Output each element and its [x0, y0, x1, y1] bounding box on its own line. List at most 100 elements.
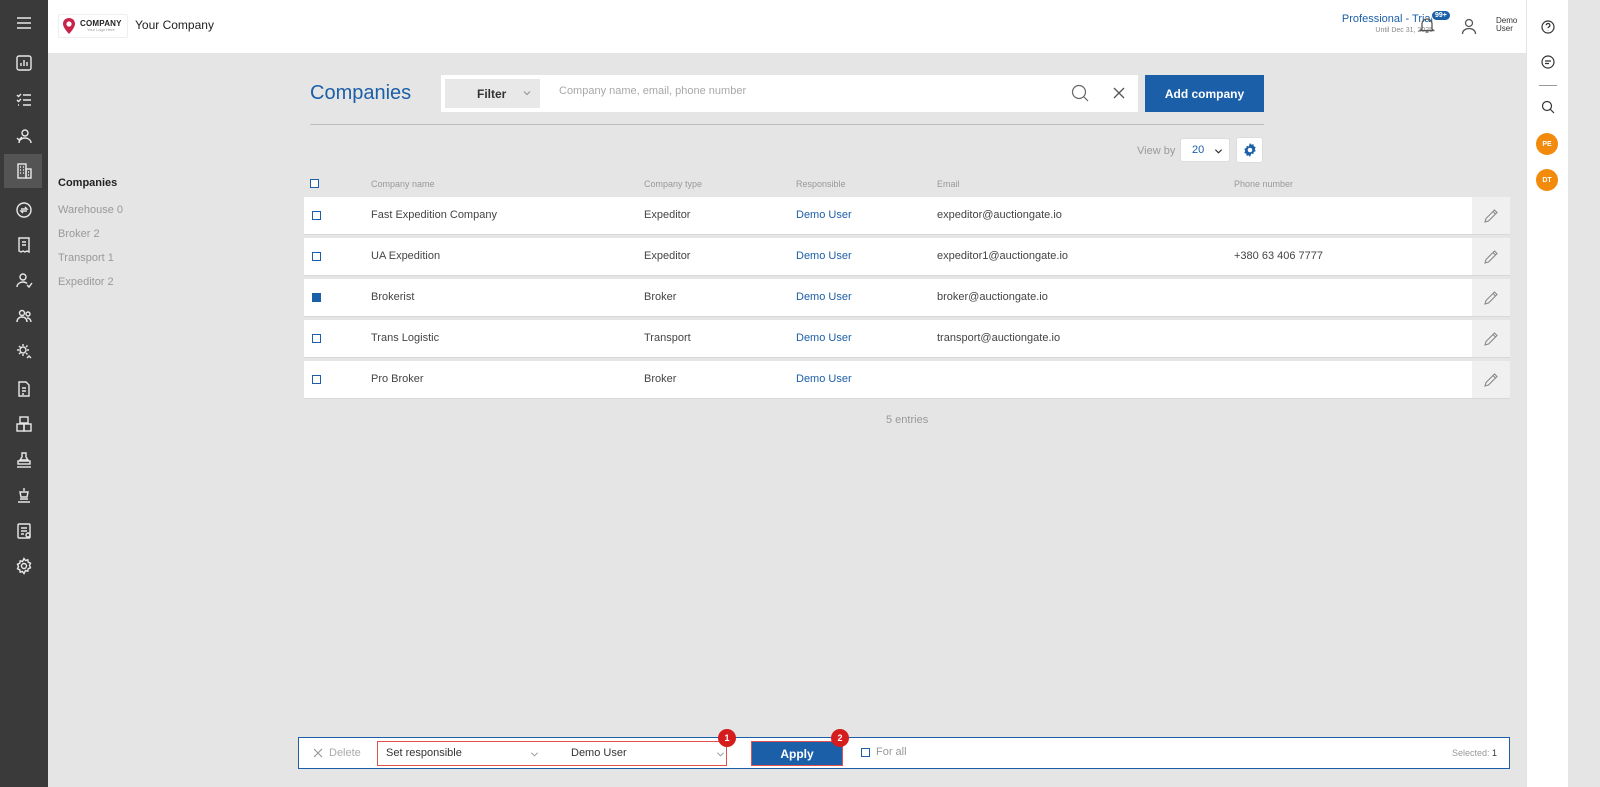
table-row[interactable]: Trans Logistic Transport Demo User trans… — [304, 320, 1510, 357]
notification-badge: 99+ — [1431, 10, 1451, 21]
entries-count: 5 entries — [886, 414, 929, 426]
logo-pin-icon — [63, 18, 75, 34]
company-logo[interactable]: COMPANY Your Logo Here — [58, 14, 128, 38]
table-row[interactable]: Brokerist Broker Demo User broker@auctio… — [304, 279, 1510, 316]
left-sidebar — [0, 0, 48, 787]
row-checkbox[interactable] — [312, 252, 321, 261]
company-name-cell[interactable]: UA Expedition — [371, 250, 440, 262]
pencil-icon — [1484, 331, 1498, 346]
chevron-down-icon — [523, 91, 531, 96]
apply-button[interactable]: Apply — [751, 741, 843, 766]
column-header-email[interactable]: Email — [937, 179, 960, 189]
responsible-user-select[interactable]: Demo User — [556, 742, 726, 765]
column-header-responsible[interactable]: Responsible — [796, 179, 846, 189]
page-title: Companies — [310, 82, 412, 104]
subnav-title[interactable]: Companies — [58, 177, 123, 189]
viewby-select[interactable]: 20 — [1180, 138, 1230, 162]
for-all-checkbox[interactable] — [861, 747, 870, 757]
responsible-link[interactable]: Demo User — [796, 291, 852, 303]
stamp-icon[interactable] — [12, 448, 36, 472]
company-type-cell: Expeditor — [644, 250, 691, 262]
responsible-link[interactable]: Demo User — [796, 209, 852, 221]
select-all-checkbox[interactable] — [310, 179, 319, 188]
avatar-pe[interactable]: PE — [1536, 133, 1558, 155]
settings-user-icon[interactable] — [12, 339, 36, 363]
right-sidebar — [1526, 0, 1568, 787]
subnav-item-broker[interactable]: Broker 2 — [58, 228, 123, 242]
selected-value: 1 — [1491, 748, 1497, 758]
search-input[interactable] — [559, 85, 1049, 97]
table-row[interactable]: UA Expedition Expeditor Demo User expedi… — [304, 238, 1510, 275]
subnav-item-warehouse[interactable]: Warehouse 0 — [58, 204, 123, 218]
help-icon[interactable] — [1539, 18, 1557, 36]
column-header-phone[interactable]: Phone number — [1234, 179, 1293, 189]
companies-icon[interactable] — [4, 154, 42, 188]
edit-button[interactable] — [1472, 238, 1510, 275]
report-icon[interactable] — [12, 519, 36, 543]
viewby-label: View by — [1137, 145, 1176, 157]
auction-icon[interactable] — [12, 483, 36, 507]
bulk-action-bar: Delete Set responsible Demo User Apply F… — [298, 737, 1510, 769]
responsible-link[interactable]: Demo User — [796, 332, 852, 344]
column-header-name[interactable]: Company name — [371, 179, 435, 189]
edit-button[interactable] — [1472, 279, 1510, 316]
companies-subnav: Companies Warehouse 0 Broker 2 Transport… — [58, 177, 123, 300]
selected-label: Selected: — [1451, 748, 1490, 758]
responsible-link[interactable]: Demo User — [796, 250, 852, 262]
responsible-link[interactable]: Demo User — [796, 373, 852, 385]
company-type-cell: Broker — [644, 291, 677, 303]
responsible-selector-group: Set responsible Demo User — [377, 741, 727, 766]
edit-button[interactable] — [1472, 320, 1510, 357]
for-all-toggle[interactable]: For all — [861, 746, 907, 758]
gear-icon[interactable] — [12, 554, 36, 578]
contacts-icon[interactable] — [12, 124, 36, 148]
delete-button[interactable]: Delete — [313, 747, 361, 759]
gear-icon — [1243, 143, 1256, 157]
company-name-cell[interactable]: Trans Logistic — [371, 332, 439, 344]
close-icon[interactable] — [1112, 86, 1126, 100]
table-row[interactable]: Pro Broker Broker Demo User — [304, 361, 1510, 398]
action-select[interactable]: Set responsible — [378, 742, 548, 765]
email-cell: expeditor1@auctiongate.io — [937, 250, 1069, 262]
add-company-button[interactable]: Add company — [1145, 75, 1264, 112]
row-checkbox[interactable] — [312, 375, 321, 384]
user-icon[interactable] — [1460, 17, 1478, 35]
company-type-cell: Transport — [644, 332, 691, 344]
company-name-cell[interactable]: Brokerist — [371, 291, 414, 303]
menu-icon[interactable] — [12, 11, 36, 35]
team-icon[interactable] — [12, 304, 36, 328]
chat-icon[interactable] — [1539, 53, 1557, 71]
avatar-dt[interactable]: DT — [1536, 169, 1558, 191]
search-icon[interactable] — [1071, 84, 1089, 102]
company-name-cell[interactable]: Pro Broker — [371, 373, 424, 385]
document-icon[interactable] — [12, 377, 36, 401]
row-checkbox[interactable] — [312, 293, 321, 302]
search-icon[interactable] — [1539, 98, 1557, 116]
person-icon[interactable] — [12, 268, 36, 292]
tasks-icon[interactable] — [12, 88, 36, 112]
dashboard-icon[interactable] — [12, 51, 36, 75]
exchange-icon[interactable] — [12, 198, 36, 222]
edit-button[interactable] — [1472, 361, 1510, 398]
company-type-cell: Broker — [644, 373, 677, 385]
row-checkbox[interactable] — [312, 334, 321, 343]
email-cell: broker@auctiongate.io — [937, 291, 1048, 303]
edit-button[interactable] — [1472, 197, 1510, 234]
toolbar-divider — [310, 124, 1264, 125]
pencil-icon — [1484, 249, 1498, 264]
subnav-item-expeditor[interactable]: Expeditor 2 — [58, 276, 123, 290]
table-settings-button[interactable] — [1236, 137, 1263, 163]
table-row[interactable]: Fast Expedition Company Expeditor Demo U… — [304, 197, 1510, 234]
user-name[interactable]: Demo User — [1496, 17, 1522, 33]
warehouse-icon[interactable] — [12, 412, 36, 436]
column-header-type[interactable]: Company type — [644, 179, 702, 189]
step-marker-2: 2 — [831, 729, 849, 747]
logo-sub-text: Your Logo Here — [86, 27, 115, 32]
row-checkbox[interactable] — [312, 211, 321, 220]
company-name-cell[interactable]: Fast Expedition Company — [371, 209, 497, 221]
invoice-icon[interactable] — [12, 233, 36, 257]
filter-button[interactable]: Filter — [445, 79, 540, 108]
company-type-cell: Expeditor — [644, 209, 691, 221]
phone-cell: +380 63 406 7777 — [1234, 250, 1324, 262]
subnav-item-transport[interactable]: Transport 1 — [58, 252, 123, 266]
